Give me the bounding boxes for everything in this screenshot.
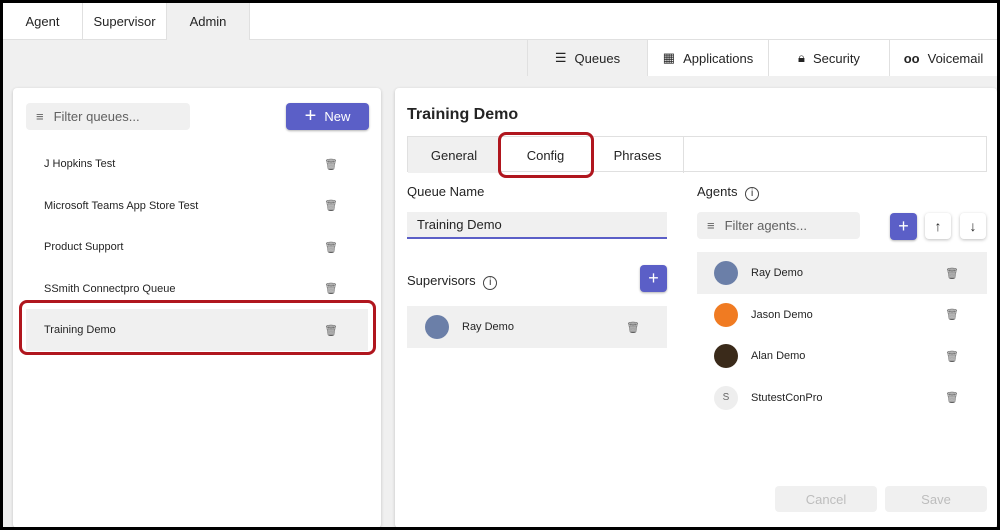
move-up-button[interactable]: ↑ bbox=[925, 213, 951, 239]
placeholder: Filter agents... bbox=[724, 218, 807, 233]
filter-queues-input[interactable]: ≡ Filter queues... bbox=[26, 103, 190, 130]
agent-row[interactable]: Ray Demo 🗑︎ bbox=[697, 252, 987, 294]
agent-row[interactable]: Alan Demo 🗑︎ bbox=[697, 335, 987, 377]
plus-icon: + bbox=[648, 268, 659, 288]
arrow-down-icon: ↓ bbox=[969, 218, 977, 234]
page-title: Training Demo bbox=[407, 106, 519, 123]
filter-icon: ≡ bbox=[707, 218, 715, 233]
placeholder: Filter queues... bbox=[53, 109, 140, 124]
info-icon[interactable]: i bbox=[483, 276, 498, 290]
plus-icon: + bbox=[898, 216, 909, 236]
add-supervisor-button[interactable]: + bbox=[640, 265, 667, 292]
tab-voicemail[interactable]: oo Voicemail bbox=[889, 40, 997, 76]
avatar bbox=[714, 261, 738, 285]
list-icon: ☰ bbox=[554, 50, 567, 65]
queue-name: J Hopkins Test bbox=[44, 158, 116, 170]
agent-name: Alan Demo bbox=[751, 350, 806, 362]
trash-icon[interactable]: 🗑︎ bbox=[324, 282, 338, 295]
arrow-up-icon: ↑ bbox=[934, 218, 942, 234]
tab-admin[interactable]: Admin bbox=[167, 3, 250, 40]
admin-nav: ☰ Queues ▦ Applications 🔒︎ Security oo Voice… bbox=[3, 40, 997, 76]
tab-label: Voicemail bbox=[927, 50, 984, 66]
agent-name: Jason Demo bbox=[751, 308, 813, 321]
tab-general[interactable]: General bbox=[408, 137, 500, 173]
trash-icon[interactable]: 🗑︎ bbox=[945, 308, 959, 321]
label: Agents bbox=[697, 184, 738, 199]
agent-row[interactable]: Jason Demo 🗑︎ bbox=[697, 294, 987, 336]
tab-label: Security bbox=[812, 50, 860, 66]
avatar: S bbox=[714, 385, 738, 410]
tab-label: Applications bbox=[683, 50, 754, 66]
agent-name: StutestConPro bbox=[751, 391, 823, 404]
tab-supervisor[interactable]: Supervisor bbox=[83, 3, 167, 40]
tab-security[interactable]: 🔒︎ Security bbox=[768, 40, 889, 76]
tab-queues[interactable]: ☰ Queues bbox=[527, 40, 647, 76]
add-agent-button[interactable]: + bbox=[890, 213, 917, 240]
trash-icon[interactable]: 🗑︎ bbox=[945, 391, 959, 404]
queue-detail-panel: Training Demo General Config Phrases Que… bbox=[395, 88, 997, 527]
trash-icon[interactable]: 🗑︎ bbox=[324, 241, 338, 254]
queue-name: SSmith Connectpro Queue bbox=[44, 282, 176, 295]
queue-list-item[interactable]: Product Support 🗑︎ bbox=[26, 226, 368, 268]
avatar bbox=[425, 315, 449, 339]
new-queue-button[interactable]: + New bbox=[286, 103, 369, 130]
agents-label: Agents i bbox=[697, 184, 760, 201]
top-nav: Agent Supervisor Admin bbox=[3, 3, 997, 40]
queue-name: Microsoft Teams App Store Test bbox=[44, 199, 199, 212]
label: Supervisors bbox=[407, 273, 476, 288]
trash-icon[interactable]: 🗑︎ bbox=[324, 199, 338, 212]
tab-agent[interactable]: Agent bbox=[3, 3, 83, 40]
queue-list-panel: ≡ Filter queues... + New J Hopkins Test 🗑︎ M… bbox=[13, 88, 381, 527]
avatar bbox=[714, 344, 738, 368]
trash-icon[interactable]: 🗑︎ bbox=[945, 350, 959, 363]
label: New bbox=[324, 109, 351, 124]
detail-tabs: General Config Phrases bbox=[407, 136, 987, 173]
queue-name-label: Queue Name bbox=[407, 184, 485, 199]
queue-name-input[interactable]: Training Demo bbox=[407, 212, 667, 239]
apps-icon: ▦ bbox=[662, 50, 676, 65]
app-window: Agent Supervisor Admin ☰ Queues ▦ Applicat… bbox=[3, 3, 997, 527]
voicemail-icon: oo bbox=[903, 50, 920, 66]
avatar bbox=[714, 302, 738, 327]
cancel-button[interactable]: Cancel bbox=[775, 486, 877, 512]
filter-agents-input[interactable]: ≡ Filter agents... bbox=[697, 212, 860, 239]
queue-list-item[interactable]: Microsoft Teams App Store Test 🗑︎ bbox=[26, 185, 368, 227]
trash-icon[interactable]: 🗑︎ bbox=[626, 321, 640, 334]
trash-icon[interactable]: 🗑︎ bbox=[324, 158, 338, 171]
queue-name: Product Support bbox=[44, 241, 124, 253]
highlight-annotation bbox=[498, 132, 594, 178]
supervisor-row[interactable]: Ray Demo 🗑︎ bbox=[407, 306, 667, 348]
highlight-annotation bbox=[19, 300, 376, 355]
tab-phrases[interactable]: Phrases bbox=[592, 137, 684, 173]
supervisors-label: Supervisors i bbox=[407, 273, 498, 290]
move-down-button[interactable]: ↓ bbox=[960, 213, 986, 239]
save-button[interactable]: Save bbox=[885, 486, 987, 512]
tab-label: Queues bbox=[574, 50, 621, 66]
supervisor-name: Ray Demo bbox=[462, 321, 514, 333]
lock-icon: 🔒︎ bbox=[798, 50, 805, 65]
tab-applications[interactable]: ▦ Applications bbox=[647, 40, 768, 76]
agent-row[interactable]: S StutestConPro 🗑︎ bbox=[697, 377, 987, 419]
plus-icon: + bbox=[304, 105, 317, 127]
trash-icon[interactable]: 🗑︎ bbox=[945, 267, 959, 280]
info-icon[interactable]: i bbox=[745, 187, 760, 201]
filter-icon: ≡ bbox=[36, 109, 44, 124]
queue-list-item[interactable]: J Hopkins Test 🗑︎ bbox=[26, 143, 368, 185]
agent-name: Ray Demo bbox=[751, 267, 803, 279]
